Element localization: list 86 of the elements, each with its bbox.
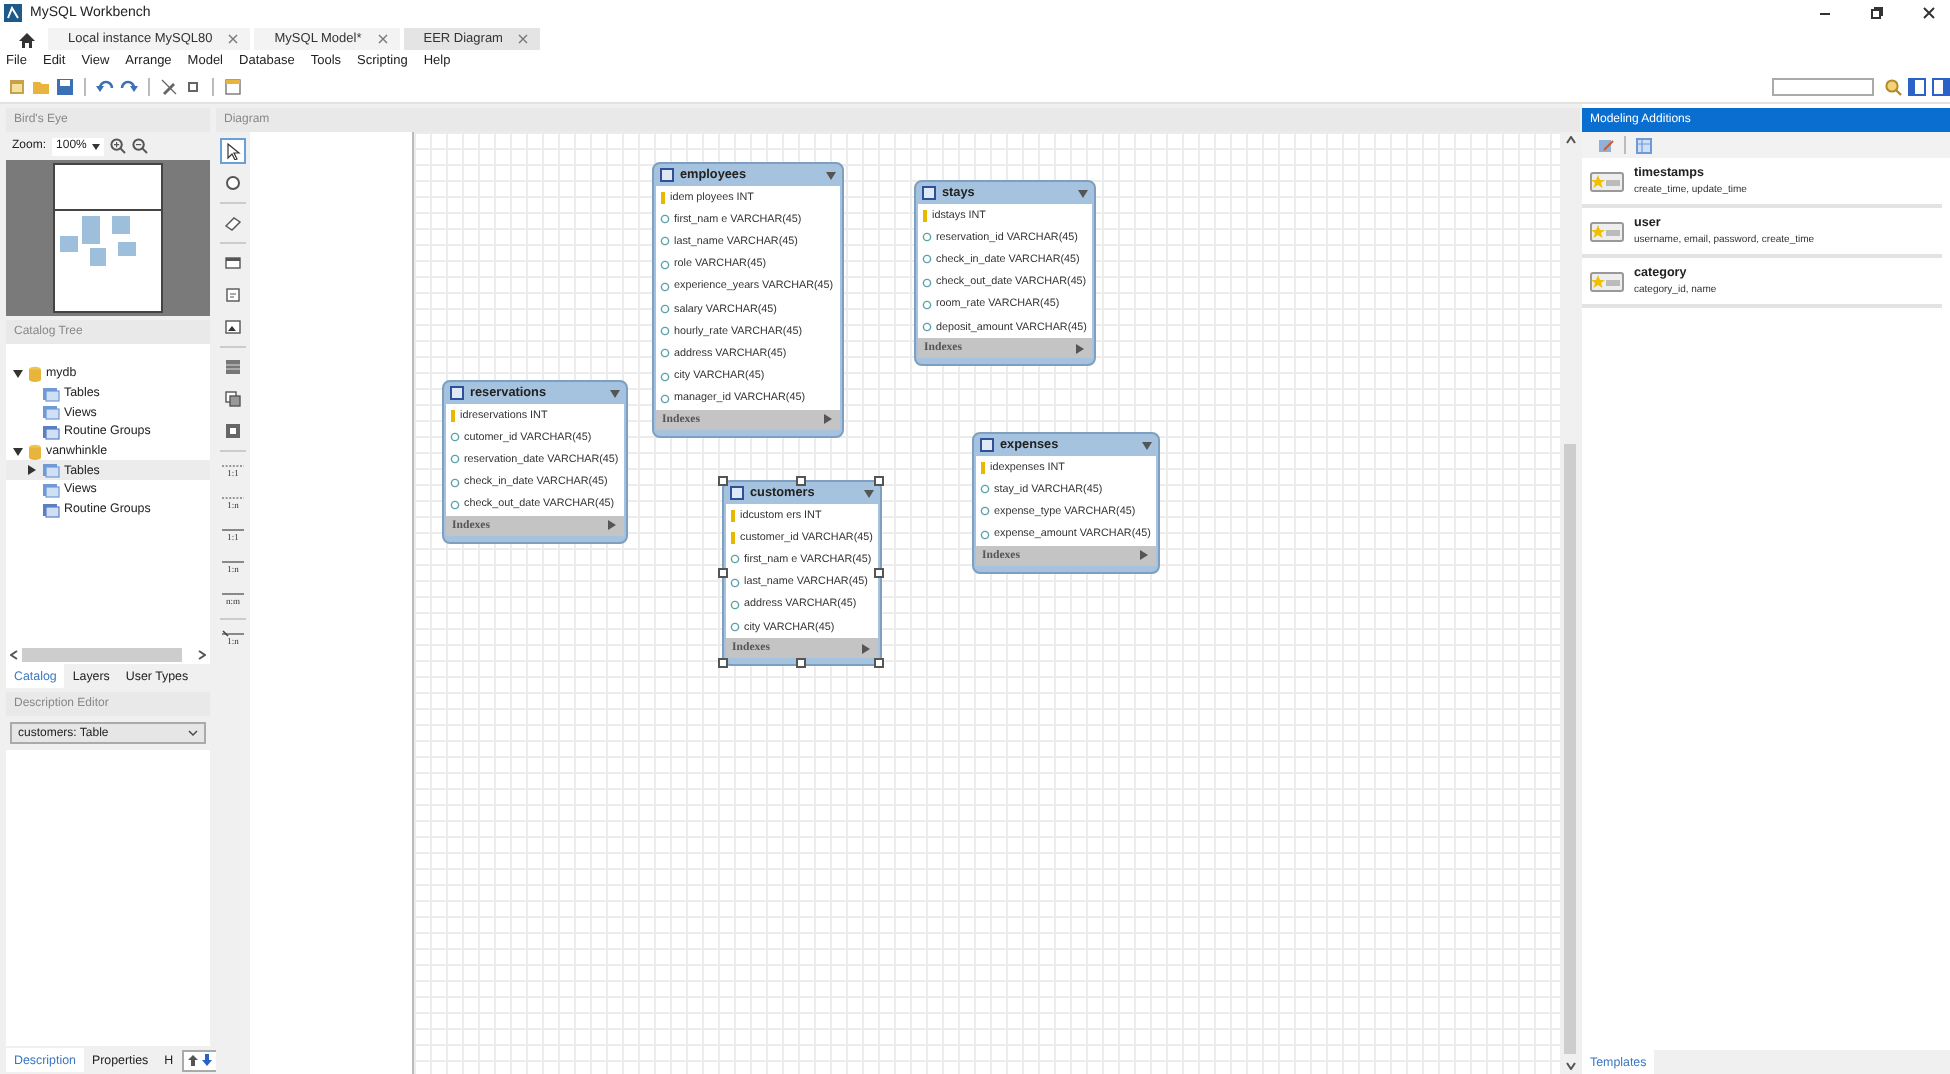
expand-arrow-icon: [823, 414, 832, 425]
sidebar-toggle-icon[interactable]: [1932, 78, 1950, 96]
collapse-triangle-icon[interactable]: [864, 489, 875, 497]
table-icon: [660, 168, 674, 182]
grid-icon[interactable]: [1636, 137, 1652, 153]
tab-scroll-buttons[interactable]: [181, 1049, 218, 1071]
selection-handle[interactable]: [874, 658, 885, 669]
table-icon: [922, 186, 936, 200]
collapsed-arrow-icon: [26, 464, 38, 477]
star-template-icon: [1590, 271, 1624, 291]
eraser-icon[interactable]: [224, 214, 242, 232]
image-icon[interactable]: [224, 318, 242, 336]
dropdown-caret-icon: [92, 143, 101, 149]
vertical-scrollbar[interactable]: [1560, 132, 1580, 1074]
undo-icon[interactable]: [96, 78, 114, 96]
connector-icon: [222, 462, 244, 471]
square-icon[interactable]: [184, 78, 202, 96]
column-icon: [730, 622, 740, 633]
entity-table[interactable]: [652, 162, 844, 438]
key-icon: [980, 461, 986, 474]
home-icon: [17, 31, 35, 47]
layer-icon[interactable]: [224, 254, 242, 272]
selection-handle[interactable]: [796, 476, 807, 486]
search-field[interactable]: [1772, 78, 1874, 96]
zoom-out-icon[interactable]: [132, 138, 149, 154]
zoom-in-icon[interactable]: [110, 138, 127, 154]
selection-handle[interactable]: [874, 476, 885, 486]
note-icon[interactable]: [224, 286, 242, 304]
connector-icon: [222, 590, 244, 599]
database-icon: [28, 365, 42, 382]
close-icon: [518, 34, 529, 44]
close-icon: [1921, 6, 1935, 20]
expand-arrow-icon: [608, 520, 617, 531]
routine-icon[interactable]: [224, 422, 242, 440]
expand-arrow-icon: [1140, 550, 1149, 561]
down-arrow-icon: [201, 1054, 212, 1066]
view-icon[interactable]: [224, 390, 242, 408]
connector-icon: [222, 558, 244, 567]
collapse-triangle-icon[interactable]: [1142, 441, 1153, 449]
sidebar-toggle-icon[interactable]: [1908, 78, 1926, 96]
search-icon[interactable]: [1884, 78, 1902, 96]
table-icon: [450, 386, 464, 400]
note-icon[interactable]: [224, 78, 242, 96]
dropdown-caret-icon: [188, 730, 198, 736]
tool-button[interactable]: [220, 138, 246, 164]
close-icon: [228, 34, 239, 44]
column-icon: [922, 322, 932, 333]
up-arrow-icon: [187, 1054, 198, 1066]
star-template-icon: [1590, 221, 1624, 241]
database-icon: [28, 443, 42, 460]
edit-icon[interactable]: [1598, 137, 1614, 153]
collapse-triangle-icon[interactable]: [610, 389, 621, 397]
selection-handle[interactable]: [718, 476, 728, 486]
table-icon[interactable]: [224, 358, 242, 376]
selection-handle[interactable]: [796, 658, 807, 669]
scroll-down-icon: [1565, 1062, 1575, 1070]
star-template-icon: [1590, 171, 1624, 191]
column-icon: [980, 529, 990, 540]
expand-arrow-icon: [862, 643, 871, 654]
redo-icon[interactable]: [120, 78, 138, 96]
key-icon: [922, 209, 928, 222]
app-logo-icon: [4, 4, 22, 22]
key-icon: [730, 531, 736, 544]
expand-arrow-icon: [1076, 343, 1085, 354]
scroll-left-icon: [10, 649, 18, 659]
restore-icon: [1869, 6, 1883, 20]
selection-handle[interactable]: [718, 567, 728, 578]
close-icon: [377, 34, 388, 44]
save-icon[interactable]: [56, 78, 74, 96]
key-icon: [660, 191, 666, 204]
connector-icon: [222, 526, 244, 535]
key-icon: [450, 409, 456, 422]
column-icon: [730, 554, 740, 565]
scroll-right-icon: [198, 649, 206, 659]
table-icon: [730, 486, 744, 500]
table-icon: [980, 438, 994, 452]
collapse-triangle-icon[interactable]: [1078, 189, 1089, 197]
horizontal-scrollbar[interactable]: [6, 644, 210, 664]
key-icon: [730, 509, 736, 522]
pointer-icon: [224, 142, 242, 160]
selection-handle[interactable]: [874, 567, 885, 578]
connector-icon: [222, 630, 244, 639]
connector-icon: [222, 494, 244, 503]
selection-handle[interactable]: [718, 658, 728, 669]
collapse-triangle-icon[interactable]: [825, 171, 836, 179]
scroll-up-icon: [1565, 136, 1575, 144]
